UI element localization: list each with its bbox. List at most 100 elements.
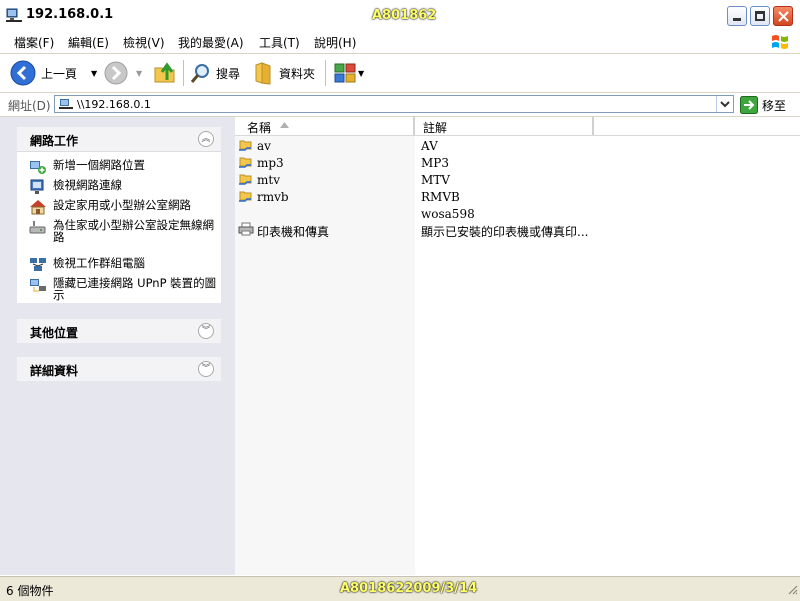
shared-folder-icon [239,140,252,151]
address-label: 網址(D) [8,99,51,113]
file-row[interactable]: mtv MTV [235,171,800,188]
object-count: 6 個物件 [6,584,54,598]
back-button[interactable]: 上一頁 ▼ [10,60,97,86]
column-resize-handle[interactable] [413,117,415,135]
close-button[interactable] [773,6,793,26]
network-tasks-header[interactable]: 網路工作 ︽ [17,127,221,152]
back-dropdown-icon[interactable]: ▼ [91,69,97,78]
menu-file[interactable]: 檔案(F) [14,34,54,51]
search-button[interactable]: 搜尋 [190,60,240,86]
network-computer-icon [59,99,73,109]
task-label: 隱藏已連接網路 UPnP 裝置的圖示 [53,276,217,302]
file-name: rmvb [257,190,289,204]
task-setup-wireless-network[interactable]: 為住家或小型辦公室設定無線網路 [29,219,217,243]
back-arrow-icon [10,60,36,86]
file-comment: AV [421,139,438,153]
file-row[interactable]: 印表機和傳真 顯示已安裝的印表機或傳真印... [235,221,800,239]
status-bar: 6 個物件 A8018622009/3/14 [0,576,800,601]
task-add-network-place[interactable]: 新增一個網路位置 [29,159,217,175]
column-resize-handle[interactable] [592,117,594,135]
minimize-button[interactable] [727,6,747,26]
folders-button[interactable]: 資料夾 [254,60,315,86]
toolbar: 上一頁 ▼ ▼ 搜尋 資料夾 ▼ [0,54,800,93]
file-comment: wosa598 [421,207,475,221]
file-name: 印表機和傳真 [257,225,330,239]
up-folder-icon [154,62,175,83]
task-view-workgroup-computers[interactable]: 檢視工作群組電腦 [29,257,217,273]
task-label: 新增一個網路位置 [53,158,145,172]
forward-arrow-icon [104,61,128,85]
back-label: 上一頁 [41,66,78,81]
details-panel: 詳細資料 ︾ [17,357,221,381]
task-label: 檢視網路連線 [53,178,122,192]
address-input[interactable]: \\192.168.0.1 [54,95,734,113]
task-label: 為住家或小型辦公室設定無線網路 [53,218,214,244]
file-name: mp3 [257,156,284,170]
other-places-panel: 其他位置 ︾ [17,319,221,343]
address-bar: 網址(D) \\192.168.0.1 移至 [0,93,800,117]
file-comment: 顯示已安裝的印表機或傳真印... [421,225,589,239]
file-comment: MTV [421,173,450,187]
up-folder-button[interactable] [152,60,178,86]
sort-ascending-icon [280,122,289,128]
toolbar-separator [183,60,184,86]
panel-title: 詳細資料 [30,364,79,378]
watermark-text: A801862 [372,8,437,23]
go-label: 移至 [762,98,787,113]
chevron-down-icon[interactable]: ︾ [198,361,214,377]
file-row[interactable]: mp3 MP3 [235,154,800,171]
column-header-name[interactable]: 名稱 [247,119,271,136]
maximize-icon [755,11,765,21]
file-row[interactable]: rmvb RMVB [235,188,800,205]
panel-title: 其他位置 [30,326,79,340]
maximize-button[interactable] [750,6,770,26]
title-bar: 192.168.0.1 A801862 [0,0,800,31]
address-dropdown-button[interactable] [716,96,733,112]
views-button[interactable]: ▼ [334,60,364,86]
column-headers: 名稱 註解 [235,117,800,136]
file-name: mtv [257,173,280,187]
go-button[interactable]: 移至 [740,96,786,114]
task-view-network-connections[interactable]: 檢視網路連線 [29,179,217,195]
menu-tools[interactable]: 工具(T) [259,34,300,51]
file-row[interactable]: av AV [235,137,800,154]
task-setup-home-network[interactable]: 設定家用或小型辦公室網路 [29,199,217,215]
forward-dropdown-icon[interactable]: ▼ [136,69,142,78]
menu-edit[interactable]: 編輯(E) [68,34,109,51]
resize-grip-icon[interactable] [786,583,798,595]
shared-folder-icon [239,157,252,168]
chevron-up-icon[interactable]: ︽ [198,131,214,147]
task-hide-upnp-icons[interactable]: 隱藏已連接網路 UPnP 裝置的圖示 [29,277,217,301]
task-pane: 網路工作 ︽ 新增一個網路位置 檢視網路連線 設定家用或小型辦公室網路 為住家或… [0,117,235,575]
close-icon [778,11,789,22]
shared-folder-icon [239,174,252,185]
task-label: 設定家用或小型辦公室網路 [53,198,191,212]
menu-view[interactable]: 檢視(V) [123,34,165,51]
search-icon [190,64,209,83]
views-dropdown-icon[interactable]: ▼ [358,69,364,78]
forward-button[interactable]: ▼ [104,60,142,86]
file-name: av [257,139,271,153]
panel-title: 網路工作 [30,134,79,148]
file-comment: RMVB [421,190,460,204]
folders-icon [255,62,271,85]
go-arrow-icon [740,96,758,114]
file-row[interactable]: wosa598 [235,205,800,222]
folders-label: 資料夾 [279,66,316,81]
network-tasks-panel: 網路工作 ︽ 新增一個網路位置 檢視網路連線 設定家用或小型辦公室網路 為住家或… [17,127,221,303]
views-icon [334,63,356,83]
column-header-comment[interactable]: 註解 [423,119,447,136]
wireless-network-icon [29,221,46,234]
task-label: 檢視工作群組電腦 [53,256,145,270]
file-list: 名稱 註解 av AV mp3 MP3 mtv MTV rmvb RMVB wo… [235,117,800,575]
add-network-place-icon [30,161,46,174]
details-header[interactable]: 詳細資料 ︾ [17,357,221,381]
printers-faxes-icon [238,222,254,236]
workgroup-computers-icon [30,258,46,271]
menu-favorites[interactable]: 我的最愛(A) [178,34,244,51]
menu-help[interactable]: 說明(H) [314,34,356,51]
network-computer-icon [6,8,22,22]
other-places-header[interactable]: 其他位置 ︾ [17,319,221,343]
chevron-down-icon[interactable]: ︾ [198,323,214,339]
network-connections-icon [30,179,44,194]
